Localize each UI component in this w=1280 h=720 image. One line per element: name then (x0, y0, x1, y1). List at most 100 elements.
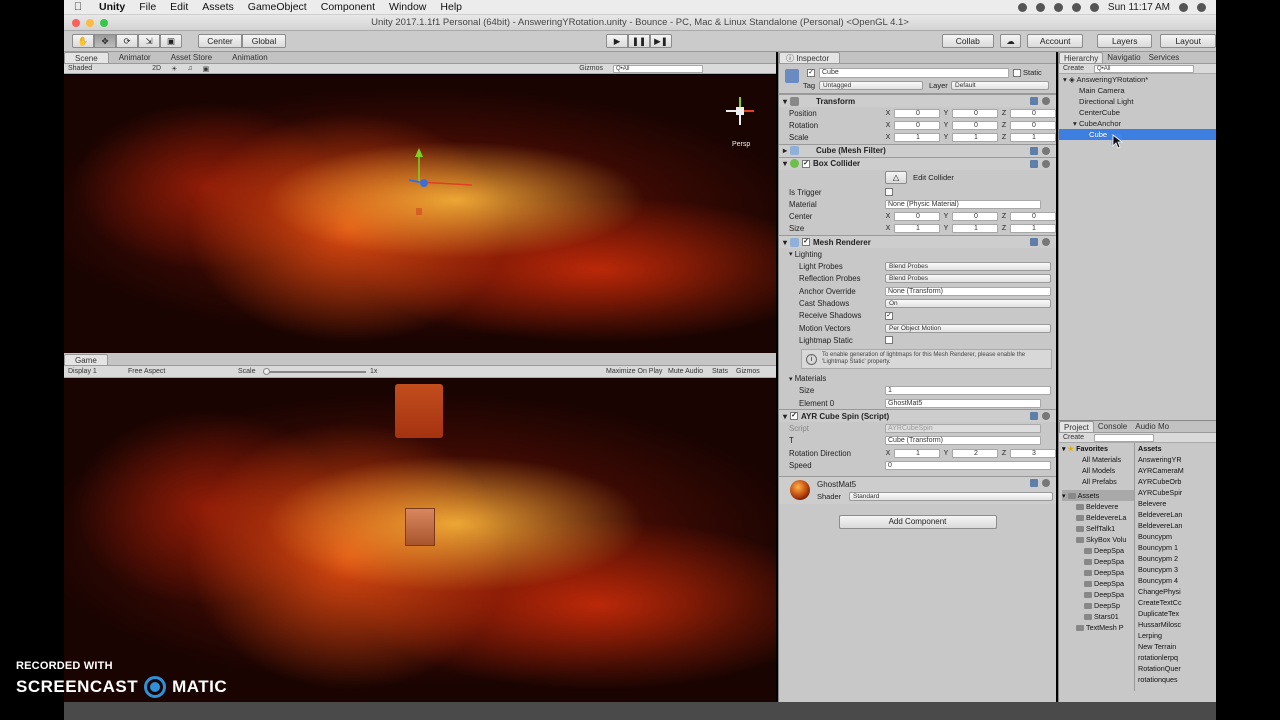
gear-icon[interactable] (1042, 238, 1050, 247)
folder-item[interactable]: DeepSp (1062, 600, 1134, 611)
project-create-dropdown[interactable]: Create (1063, 434, 1084, 441)
asset-item[interactable]: rotationques (1138, 674, 1216, 685)
asset-item[interactable]: Lerping (1138, 630, 1216, 641)
add-component-button[interactable]: Add Component (838, 514, 997, 529)
is-trigger-checkbox[interactable] (885, 188, 893, 197)
hand-tool-icon[interactable]: ✋ (72, 34, 94, 48)
menu-edit[interactable]: Edit (163, 1, 195, 13)
scene-gizmos-dropdown[interactable]: Gizmos (579, 65, 603, 72)
edit-collider-icon[interactable]: △ (885, 171, 907, 185)
asset-item[interactable]: rotationlerpq (1138, 652, 1216, 663)
mode-2d-toggle[interactable]: 2D (152, 65, 161, 72)
asset-item[interactable]: CreateTextCc (1138, 597, 1216, 608)
assets-root-folder[interactable]: ▾ Assets (1062, 490, 1134, 501)
box-collider-enabled-checkbox[interactable]: ✓ (802, 159, 811, 168)
cloud-icon[interactable]: ☁ (999, 34, 1022, 48)
reflection-probes-dropdown[interactable]: Blend Probes (885, 274, 1051, 284)
favorite-all-prefabs[interactable]: All Prefabs (1062, 476, 1134, 487)
mute-audio-toggle[interactable]: Mute Audio (668, 368, 712, 375)
rotate-tool-icon[interactable]: ⟳ (116, 34, 138, 48)
collider-material-field[interactable]: None (Physic Material) (885, 199, 1041, 209)
scale-x-field[interactable]: 1 (894, 133, 940, 143)
folder-item[interactable]: DeepSpa (1062, 589, 1134, 600)
menu-window[interactable]: Window (382, 1, 433, 13)
tab-services[interactable]: Services (1145, 52, 1184, 63)
pivot-handle[interactable] (420, 179, 428, 187)
pivot-center-button[interactable]: Center (198, 34, 242, 48)
game-gizmos-dropdown[interactable]: Gizmos (736, 368, 760, 375)
play-icon[interactable]: ▶ (606, 34, 628, 48)
help-icon[interactable] (1030, 412, 1038, 421)
help-icon[interactable] (1030, 146, 1038, 155)
tab-animator[interactable]: Animator (109, 52, 161, 63)
maximize-on-play-toggle[interactable]: Maximize On Play (606, 368, 668, 375)
rotdir-y-field[interactable]: 2 (952, 448, 998, 458)
hierarchy-item-center-cube[interactable]: CenterCube (1059, 107, 1216, 118)
hierarchy-item-directional-light[interactable]: Directional Light (1059, 96, 1216, 107)
folder-item[interactable]: Beldevere (1062, 501, 1134, 512)
cast-shadows-dropdown[interactable]: On (885, 298, 1051, 308)
apple-icon[interactable]:  (64, 1, 92, 13)
center-x-field[interactable]: 0 (894, 212, 940, 222)
size-y-field[interactable]: 1 (952, 224, 998, 234)
scale-y-field[interactable]: 1 (952, 133, 998, 143)
collab-button[interactable]: Collab (942, 34, 994, 48)
tag-dropdown[interactable]: Untagged (819, 81, 923, 90)
center-y-field[interactable]: 0 (952, 212, 998, 222)
asset-item[interactable]: Bouncypm 4 (1138, 575, 1216, 586)
element0-field[interactable]: GhostMat5 (885, 398, 1041, 408)
menu-component[interactable]: Component (314, 1, 382, 13)
folder-item[interactable]: BeldevereLa (1062, 512, 1134, 523)
scene-search-input[interactable]: Q•All (612, 64, 703, 73)
lighting-toggle-icon[interactable]: ☀ (171, 65, 177, 73)
favorite-all-models[interactable]: All Models (1062, 465, 1134, 476)
anchor-override-field[interactable]: None (Transform) (885, 286, 1051, 296)
edit-collider-label[interactable]: Edit Collider (913, 173, 954, 182)
receive-shadows-checkbox[interactable]: ✓ (885, 311, 893, 320)
bluetooth-icon[interactable] (1035, 2, 1045, 12)
y-axis-arrow-icon[interactable] (415, 148, 423, 157)
asset-item[interactable]: Bouncypm (1138, 531, 1216, 542)
battery-icon[interactable] (1089, 2, 1099, 12)
position-x-field[interactable]: 0 (894, 108, 940, 118)
asset-item[interactable]: DuplicateTex (1138, 608, 1216, 619)
favorite-all-materials[interactable]: All Materials (1062, 454, 1134, 465)
pause-icon[interactable]: ❚❚ (628, 34, 650, 48)
object-active-checkbox[interactable]: ✓ (807, 69, 815, 77)
help-icon[interactable] (1030, 97, 1038, 105)
clock[interactable]: Sun 11:17 AM (1108, 2, 1170, 13)
menu-gameobject[interactable]: GameObject (241, 1, 314, 13)
shading-mode-dropdown[interactable]: Shaded (68, 65, 92, 72)
scene-root-row[interactable]: ▾ ◈ AnsweringYRotation* (1059, 74, 1216, 85)
stats-toggle[interactable]: Stats (712, 368, 736, 375)
account-button[interactable]: Account (1027, 34, 1083, 48)
window-zoom-button[interactable] (100, 19, 108, 27)
folder-item[interactable]: DeepSpa (1062, 545, 1134, 556)
hierarchy-item-cube-anchor[interactable]: ▾ CubeAnchor (1059, 118, 1216, 129)
mesh-renderer-header[interactable]: ▾ ✓ Mesh Renderer (779, 235, 1056, 249)
scale-slider[interactable] (263, 367, 366, 375)
menu-app-unity[interactable]: Unity (92, 1, 132, 13)
effects-toggle-icon[interactable]: ▣ (203, 65, 210, 73)
layout-dropdown[interactable]: Layout (1160, 34, 1216, 48)
spotlight-icon[interactable] (1179, 2, 1188, 12)
menu-file[interactable]: File (132, 1, 163, 13)
cube-outline[interactable] (416, 208, 422, 215)
folder-item[interactable]: DeepSpa (1062, 567, 1134, 578)
asset-item[interactable]: Bouncypm 2 (1138, 553, 1216, 564)
folder-item[interactable]: DeepSpa (1062, 556, 1134, 567)
foldout-icon[interactable]: ▾ (783, 97, 787, 106)
notification-icon[interactable] (1197, 2, 1206, 12)
project-search-input[interactable] (1094, 433, 1155, 442)
box-collider-header[interactable]: ▾ ✓ Box Collider (779, 156, 1056, 170)
game-viewport[interactable] (64, 378, 776, 702)
motion-vectors-dropdown[interactable]: Per Object Motion (885, 323, 1051, 333)
asset-item[interactable]: Bouncypm 3 (1138, 564, 1216, 575)
tab-hierarchy[interactable]: Hierarchy (1059, 52, 1104, 63)
display-dropdown[interactable]: Display 1 (68, 368, 128, 375)
center-z-field[interactable]: 0 (1010, 212, 1056, 222)
help-icon[interactable] (1030, 159, 1038, 168)
move-tool-icon[interactable]: ✥ (94, 34, 116, 48)
asset-item[interactable]: HussarMilosc (1138, 619, 1216, 630)
folder-item[interactable]: TextMesh P (1062, 622, 1134, 633)
